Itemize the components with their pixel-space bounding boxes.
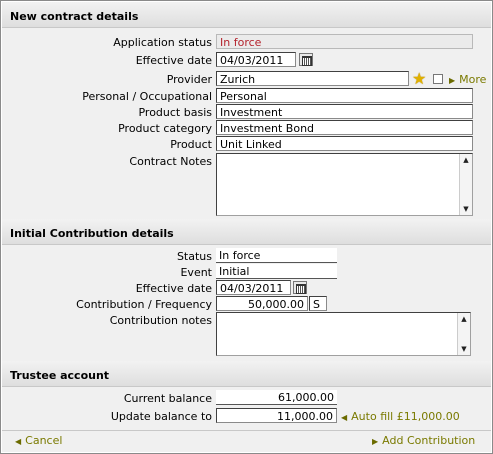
scroll-down-icon[interactable]: ▼ <box>461 204 471 214</box>
frequency-input[interactable]: S <box>309 296 327 311</box>
contribution-notes-textarea[interactable]: ▲ ▼ <box>216 312 471 356</box>
product-category-input[interactable]: Investment Bond <box>216 120 473 135</box>
section-header-trustee: Trustee account <box>2 361 491 387</box>
status-label: Status <box>176 250 212 263</box>
add-contribution-button[interactable]: ▶ Add Contribution <box>372 434 475 447</box>
calendar-icon[interactable] <box>293 281 307 294</box>
effective-date-input[interactable]: 04/03/2011 <box>216 52 296 67</box>
section-contribution: Status In force Event Initial Effective … <box>2 245 491 361</box>
contribution-notes-scrollbar[interactable]: ▲ ▼ <box>457 313 470 355</box>
section-header-contract: New contract details <box>2 2 491 28</box>
event-label: Event <box>180 266 212 279</box>
contribution-effective-date-input[interactable]: 04/03/2011 <box>216 280 291 295</box>
provider-input[interactable]: Zurich <box>216 71 409 86</box>
auto-fill-link[interactable]: ◀ Auto fill £11,000.00 <box>341 410 460 423</box>
favourite-checkbox[interactable] <box>433 74 443 84</box>
cancel-button[interactable]: ◀ Cancel <box>15 434 62 447</box>
update-balance-label: Update balance to <box>110 410 212 423</box>
contribution-notes-label: Contribution notes <box>109 314 212 327</box>
update-balance-input[interactable]: 11,000.00 <box>216 408 337 423</box>
contract-notes-scrollbar[interactable]: ▲ ▼ <box>459 154 472 215</box>
dialog-footer: ◀ Cancel ▶ Add Contribution <box>2 430 491 452</box>
arrow-left-icon: ◀ <box>15 437 22 446</box>
product-basis-input[interactable]: Investment <box>216 104 473 119</box>
application-status-value: In force <box>216 34 473 49</box>
add-contribution-label: Add Contribution <box>382 434 476 447</box>
calendar-icon[interactable] <box>299 53 313 66</box>
product-category-label: Product category <box>118 122 212 135</box>
personal-occupational-input[interactable]: Personal <box>216 88 473 103</box>
contract-notes-label: Contract Notes <box>129 155 212 168</box>
effective-date-label: Effective date <box>135 54 212 67</box>
current-balance-label: Current balance <box>123 392 212 405</box>
arrow-right-icon: ▶ <box>449 76 456 85</box>
arrow-right-icon: ▶ <box>372 437 379 446</box>
product-input[interactable]: Unit Linked <box>216 136 473 151</box>
auto-fill-label: Auto fill £11,000.00 <box>351 410 460 423</box>
contribution-amount-input[interactable]: 50,000.00 <box>216 296 308 311</box>
product-label: Product <box>170 138 212 151</box>
contribution-frequency-label: Contribution / Frequency <box>76 298 212 311</box>
current-balance-value: 61,000.00 <box>216 390 337 405</box>
section-header-contribution: Initial Contribution details <box>2 219 491 245</box>
section-contract: Application status In force Effective da… <box>2 28 491 219</box>
personal-occupational-label: Personal / Occupational <box>82 90 212 103</box>
more-link[interactable]: ▶ More <box>449 73 486 86</box>
status-value: In force <box>216 248 337 263</box>
contract-notes-textarea[interactable]: ▲ ▼ <box>216 153 473 216</box>
scroll-up-icon[interactable]: ▲ <box>459 314 469 324</box>
star-icon[interactable]: ★ <box>412 71 426 87</box>
scroll-down-icon[interactable]: ▼ <box>459 344 469 354</box>
product-basis-label: Product basis <box>138 106 212 119</box>
application-status-label: Application status <box>113 36 212 49</box>
more-label: More <box>459 73 487 86</box>
provider-label: Provider <box>166 73 212 86</box>
contract-dialog: New contract details Application status … <box>0 0 493 454</box>
contribution-effective-date-label: Effective date <box>135 282 212 295</box>
arrow-left-icon: ◀ <box>341 413 348 422</box>
event-value: Initial <box>216 264 337 279</box>
cancel-label: Cancel <box>25 434 63 447</box>
scroll-up-icon[interactable]: ▲ <box>461 155 471 165</box>
section-trustee: Current balance 61,000.00 Update balance… <box>2 387 491 430</box>
